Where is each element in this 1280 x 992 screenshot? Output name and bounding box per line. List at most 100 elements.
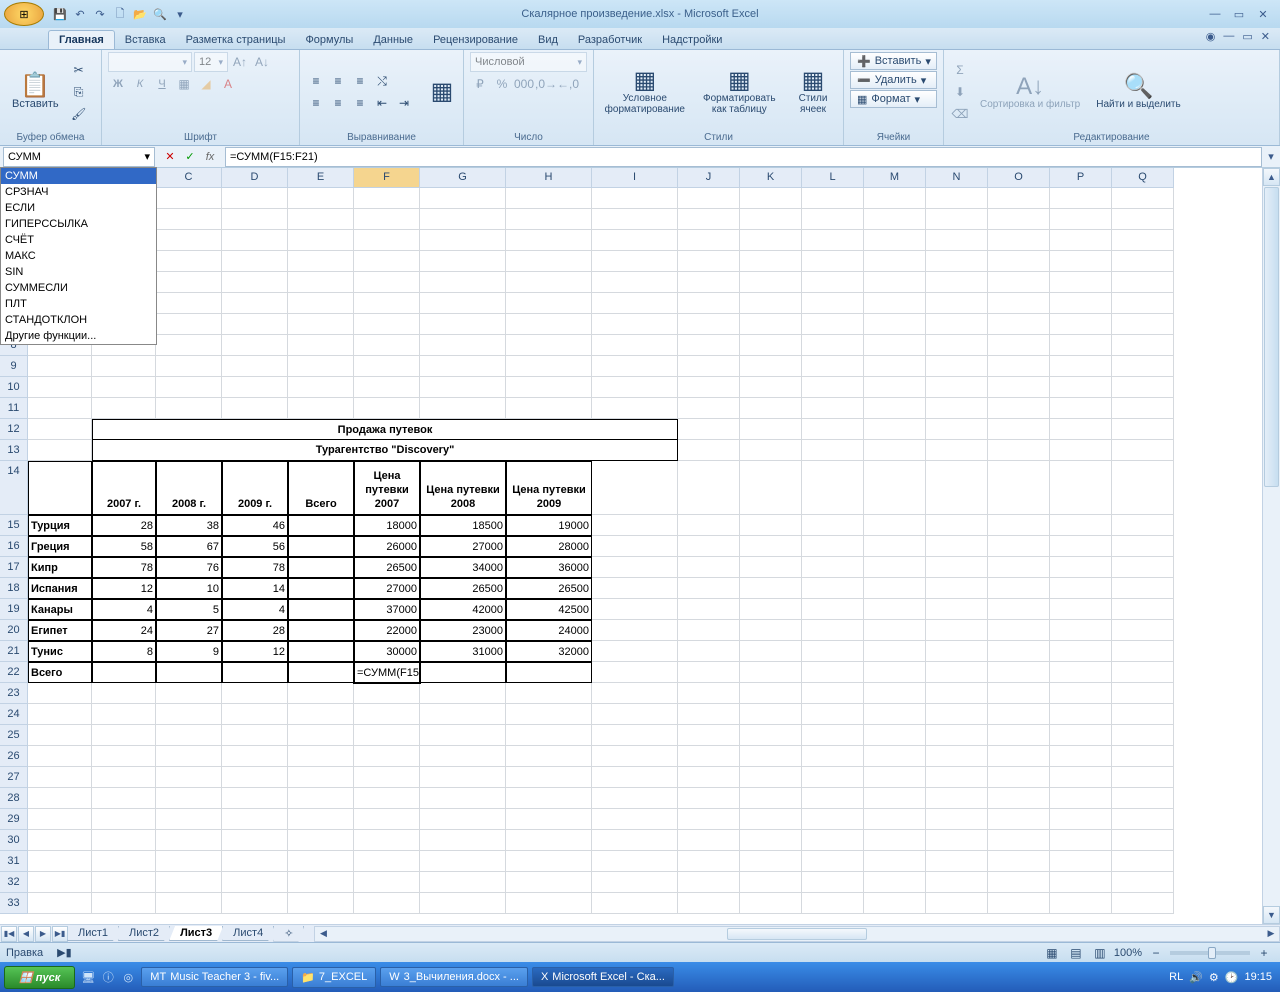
cell[interactable] <box>1050 767 1112 788</box>
col-header[interactable]: D <box>222 168 288 188</box>
tab-addins[interactable]: Надстройки <box>652 31 732 49</box>
cell[interactable] <box>1112 746 1174 767</box>
cell[interactable] <box>864 314 926 335</box>
start-button[interactable]: 🪟 пуск <box>4 966 75 989</box>
cell[interactable] <box>864 293 926 314</box>
cell[interactable] <box>92 704 156 725</box>
cell[interactable] <box>678 851 740 872</box>
cell[interactable] <box>1050 557 1112 578</box>
align-mid-icon[interactable]: ≡ <box>328 71 348 91</box>
cell[interactable] <box>28 746 92 767</box>
cell[interactable] <box>864 377 926 398</box>
cell[interactable] <box>92 725 156 746</box>
cell[interactable] <box>222 335 288 356</box>
func-item[interactable]: SIN <box>1 264 156 280</box>
cell[interactable] <box>156 746 222 767</box>
cell[interactable] <box>864 209 926 230</box>
cell[interactable] <box>988 272 1050 293</box>
currency-icon[interactable]: ₽ <box>470 74 490 94</box>
cell[interactable] <box>740 620 802 641</box>
cell[interactable] <box>1112 851 1174 872</box>
borders-icon[interactable]: ▦ <box>174 74 194 94</box>
cell[interactable] <box>420 209 506 230</box>
font-name-combo[interactable]: ▾ <box>108 52 192 72</box>
cell[interactable] <box>1112 767 1174 788</box>
new-sheet-tab[interactable]: ✧ <box>273 926 304 942</box>
cell[interactable] <box>802 419 864 440</box>
cell[interactable] <box>354 398 420 419</box>
cell[interactable] <box>156 272 222 293</box>
cell[interactable] <box>28 767 92 788</box>
tab-insert[interactable]: Вставка <box>115 31 176 49</box>
cell[interactable] <box>926 461 988 515</box>
cell[interactable] <box>420 272 506 293</box>
cell[interactable] <box>1112 272 1174 293</box>
cell[interactable] <box>222 377 288 398</box>
cell[interactable]: Цена путевки 2007 <box>354 461 420 515</box>
cell[interactable] <box>92 830 156 851</box>
row-header[interactable]: 16 <box>0 536 28 557</box>
cell[interactable] <box>1050 746 1112 767</box>
cell[interactable]: Продажа путевок <box>92 419 678 440</box>
row-header[interactable]: 10 <box>0 377 28 398</box>
cell[interactable] <box>740 578 802 599</box>
cell[interactable] <box>1112 578 1174 599</box>
cell[interactable] <box>592 620 678 641</box>
cell[interactable] <box>926 599 988 620</box>
formula-expand-icon[interactable]: ▾ <box>1262 150 1280 163</box>
cell[interactable] <box>740 725 802 746</box>
cell[interactable] <box>506 767 592 788</box>
active-cell[interactable]: =СУММ(F15 <box>354 662 420 683</box>
cell[interactable] <box>28 851 92 872</box>
cell[interactable] <box>506 683 592 704</box>
cell[interactable] <box>156 662 222 683</box>
cell[interactable] <box>988 641 1050 662</box>
doc-minimize-button[interactable]: — <box>1223 30 1234 43</box>
col-header[interactable]: G <box>420 168 506 188</box>
cell[interactable] <box>592 767 678 788</box>
cell[interactable]: Египет <box>28 620 92 641</box>
quicklaunch-icon[interactable]: ⓘ <box>99 968 117 986</box>
cell[interactable] <box>988 209 1050 230</box>
cell[interactable] <box>988 461 1050 515</box>
cell[interactable] <box>156 872 222 893</box>
cell[interactable]: 26500 <box>506 578 592 599</box>
row-header[interactable]: 33 <box>0 893 28 914</box>
cell[interactable] <box>222 725 288 746</box>
cell[interactable] <box>740 704 802 725</box>
col-header[interactable]: I <box>592 168 678 188</box>
tab-developer[interactable]: Разработчик <box>568 31 652 49</box>
row-header[interactable]: 17 <box>0 557 28 578</box>
cell[interactable]: 2008 г. <box>156 461 222 515</box>
cell[interactable]: Испания <box>28 578 92 599</box>
cell[interactable] <box>678 335 740 356</box>
cell[interactable] <box>864 893 926 914</box>
cell[interactable] <box>592 872 678 893</box>
cell[interactable] <box>506 704 592 725</box>
sheet-tab[interactable]: Лист4 <box>222 926 274 941</box>
cell[interactable] <box>288 314 354 335</box>
cell[interactable] <box>864 725 926 746</box>
cell[interactable] <box>592 662 678 683</box>
cell[interactable] <box>1050 377 1112 398</box>
cell[interactable] <box>1112 515 1174 536</box>
cell[interactable] <box>354 377 420 398</box>
scroll-thumb[interactable] <box>1264 187 1279 487</box>
cell[interactable] <box>288 767 354 788</box>
row-header[interactable]: 31 <box>0 851 28 872</box>
cell[interactable] <box>1112 788 1174 809</box>
cell[interactable] <box>988 515 1050 536</box>
cell[interactable] <box>926 746 988 767</box>
cell[interactable] <box>740 335 802 356</box>
cell[interactable] <box>1050 356 1112 377</box>
copy-icon[interactable]: ⎘ <box>69 82 89 102</box>
cell[interactable] <box>864 746 926 767</box>
cell[interactable] <box>802 599 864 620</box>
cell[interactable] <box>802 272 864 293</box>
cell[interactable] <box>354 746 420 767</box>
cell[interactable] <box>926 725 988 746</box>
cell[interactable] <box>288 809 354 830</box>
cell[interactable]: 2007 г. <box>92 461 156 515</box>
format-table-button[interactable]: ▦Форматировать как таблицу <box>694 67 785 117</box>
cell[interactable] <box>222 893 288 914</box>
